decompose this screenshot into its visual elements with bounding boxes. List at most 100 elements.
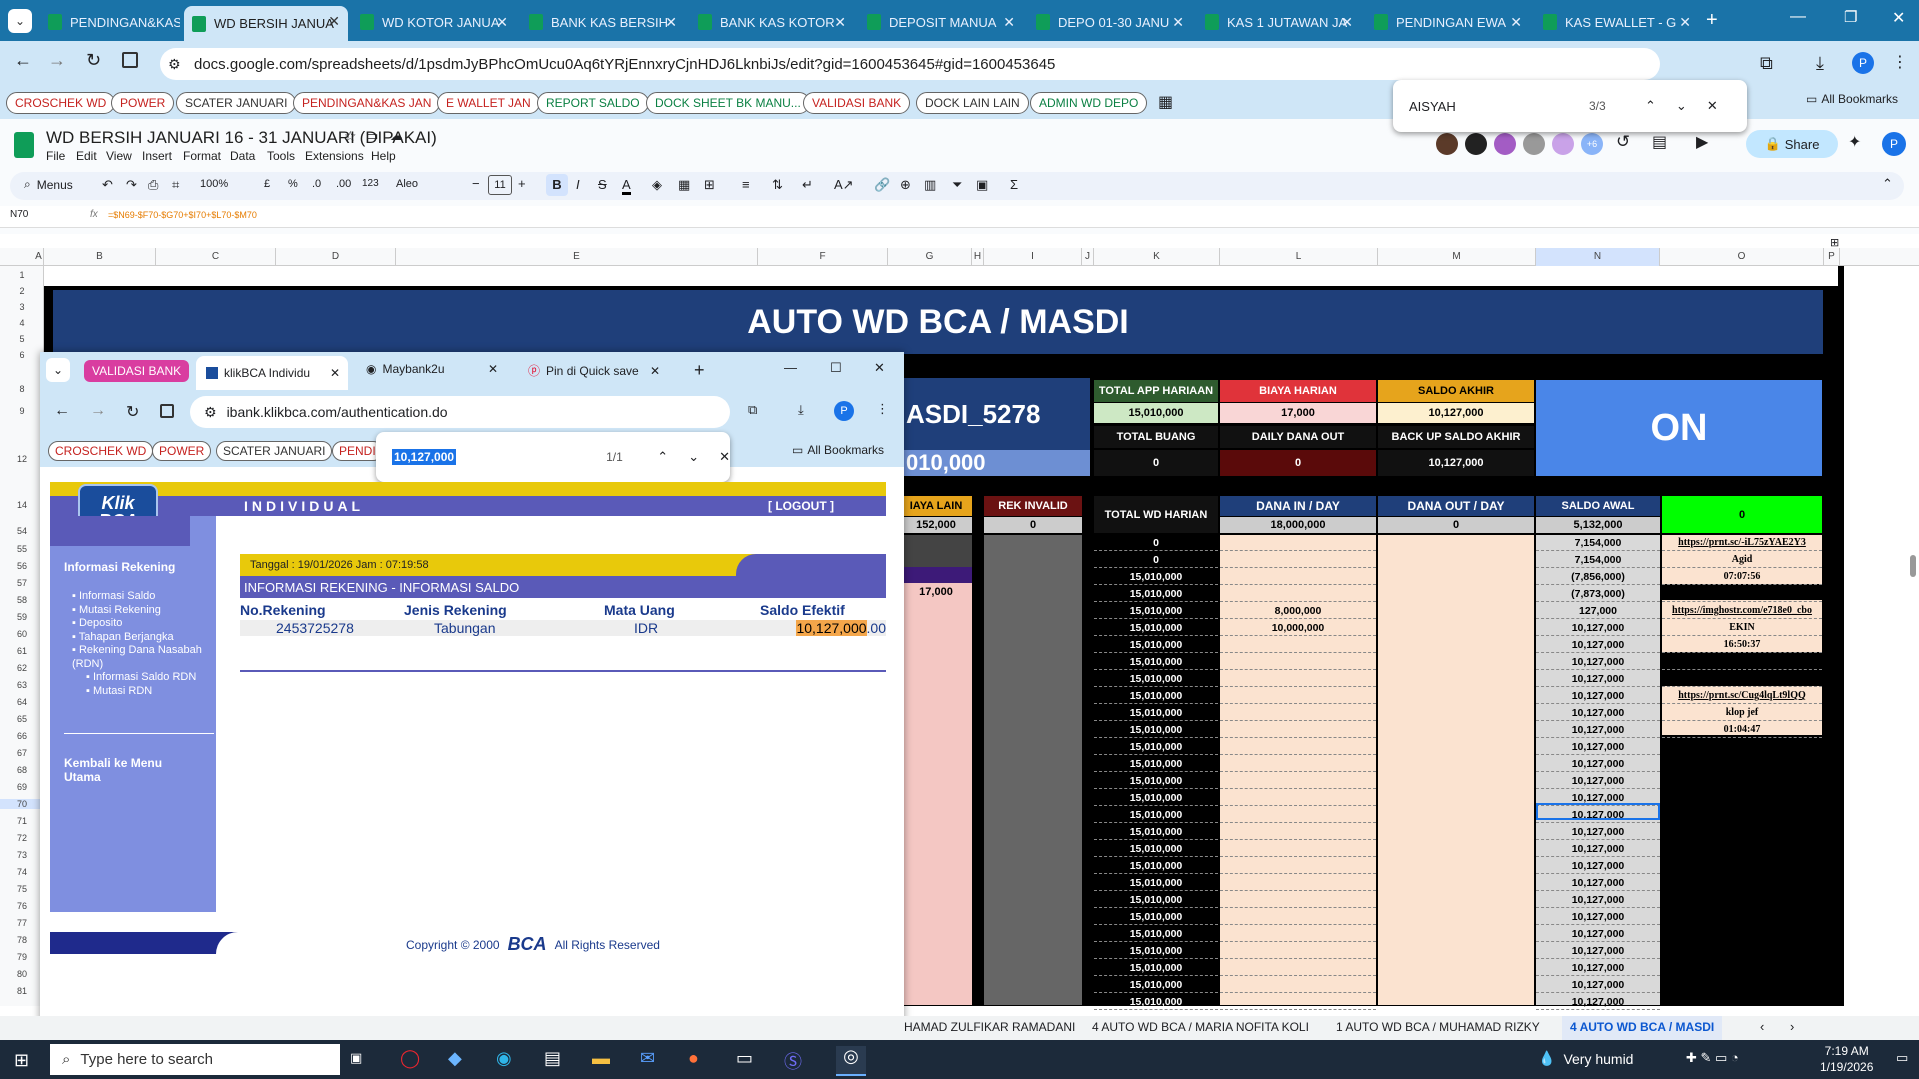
- star-icon[interactable]: ☆: [344, 128, 357, 145]
- col-l-cell[interactable]: [1220, 586, 1376, 602]
- col-l-cell[interactable]: [1220, 994, 1376, 1010]
- close-tab-icon[interactable]: ✕: [665, 14, 677, 31]
- bca-menu-item[interactable]: ▪ Mutasi RDN: [72, 685, 218, 699]
- saldo-awal-value[interactable]: 5,132,000: [1536, 517, 1660, 533]
- italic-icon[interactable]: I: [576, 177, 580, 192]
- col-k-cell[interactable]: 15,010,000: [1094, 654, 1218, 670]
- start-icon[interactable]: ⊞: [14, 1050, 29, 1071]
- bookmark[interactable]: ADMIN WD DEPO: [1030, 92, 1148, 114]
- dana-out-label[interactable]: DANA OUT / DAY: [1378, 496, 1534, 516]
- screenshot-link[interactable]: https://imghostr.com/e718e0_cbo: [1662, 603, 1822, 619]
- column-header[interactable]: H: [972, 248, 984, 266]
- col-l-cell[interactable]: [1220, 535, 1376, 551]
- clock[interactable]: 7:19 AM 1/19/2026: [1820, 1043, 1873, 1075]
- sheets-logo-icon[interactable]: [14, 132, 34, 158]
- col-n-cell[interactable]: (7,856,000): [1536, 569, 1660, 585]
- row-header[interactable]: 56: [0, 561, 44, 571]
- url-bar[interactable]: docs.google.com/spreadsheets/d/1psdmJyBP…: [160, 48, 1660, 80]
- col-k-cell[interactable]: 15,010,000: [1094, 858, 1218, 874]
- print-icon[interactable]: ⎙: [148, 177, 158, 193]
- col-l-cell[interactable]: [1220, 977, 1376, 993]
- bca-menu-item[interactable]: ▪ Informasi Saldo: [72, 590, 218, 604]
- chrome-icon[interactable]: ◎: [836, 1046, 866, 1076]
- saldo-awal-label[interactable]: SALDO AWAL: [1536, 496, 1660, 516]
- filter-icon[interactable]: ⏷: [952, 177, 962, 193]
- browser-tab[interactable]: KAS EWALLET - G ✕: [1535, 7, 1699, 37]
- firefox-icon[interactable]: ●: [688, 1048, 699, 1069]
- note-cell[interactable]: 16:50:37: [1662, 637, 1822, 653]
- bca-menu-item[interactable]: ▪ Rekening Dana Nasabah (RDN): [72, 644, 218, 671]
- find-next-icon[interactable]: ⌄: [1676, 98, 1687, 114]
- row-header[interactable]: 5: [0, 334, 44, 344]
- popup-minimize-icon[interactable]: —: [784, 360, 797, 375]
- back-icon[interactable]: ←: [14, 50, 32, 71]
- sheet-tab[interactable]: 1 AUTO WD BCA / MUHAMAD RIZKY: [1336, 1020, 1540, 1034]
- popup-maximize-icon[interactable]: ☐: [830, 360, 842, 376]
- col-l-cell[interactable]: 10,000,000: [1220, 620, 1376, 636]
- column-header[interactable]: P: [1824, 248, 1840, 266]
- saldo-akhir-label[interactable]: SALDO AKHIR: [1378, 380, 1534, 402]
- col-l-cell[interactable]: [1220, 705, 1376, 721]
- col-n-cell[interactable]: 10,127,000: [1536, 960, 1660, 976]
- biaya-lain-value[interactable]: 152,000: [900, 517, 972, 533]
- bookmark[interactable]: VALIDASI BANK: [803, 92, 911, 114]
- column-header[interactable]: C: [156, 248, 276, 266]
- bca-logout-link[interactable]: [ LOGOUT ]: [768, 499, 834, 513]
- app-icon[interactable]: ▭: [736, 1048, 753, 1069]
- row-header[interactable]: 79: [0, 952, 44, 962]
- row-header[interactable]: 70: [0, 799, 44, 809]
- sheet-tab[interactable]: 4 AUTO WD BCA / MARIA NOFITA KOLI: [1092, 1020, 1309, 1034]
- row-header[interactable]: 72: [0, 833, 44, 843]
- note-cell[interactable]: klop jef: [1662, 705, 1822, 721]
- row-header[interactable]: 55: [0, 544, 44, 554]
- download-icon[interactable]: ⤓: [798, 402, 804, 418]
- total-buang-value[interactable]: 0: [1094, 450, 1218, 476]
- col-k-cell[interactable]: 15,010,000: [1094, 926, 1218, 942]
- col-n-cell[interactable]: 10,127,000: [1536, 909, 1660, 925]
- browser-tab[interactable]: PENDINGAN EWA ✕: [1366, 7, 1530, 37]
- col-l-cell[interactable]: [1220, 909, 1376, 925]
- browser-tab[interactable]: DEPO 01-30 JANU ✕: [1028, 7, 1192, 37]
- col-n-cell[interactable]: 10,127,000: [1536, 858, 1660, 874]
- col-n-cell[interactable]: 10,127,000: [1536, 637, 1660, 653]
- col-k-cell[interactable]: 15,010,000: [1094, 705, 1218, 721]
- row-header[interactable]: 12: [0, 454, 44, 464]
- col-n-cell[interactable]: 10,127,000: [1536, 994, 1660, 1010]
- col-l-cell[interactable]: [1220, 790, 1376, 806]
- profile-avatar[interactable]: P: [834, 401, 854, 421]
- row-header[interactable]: 75: [0, 884, 44, 894]
- browser-tab[interactable]: BANK KAS KOTOR ✕: [690, 7, 854, 37]
- col-k-cell[interactable]: 15,010,000: [1094, 586, 1218, 602]
- menu-insert[interactable]: Insert: [142, 149, 172, 163]
- row-header[interactable]: 69: [0, 782, 44, 792]
- minimize-icon[interactable]: —: [1790, 8, 1806, 26]
- browser-tab[interactable]: PENDINGAN&KAS JAN: [40, 7, 180, 37]
- col-l-cell[interactable]: [1220, 875, 1376, 891]
- weather[interactable]: 💧 Very humid: [1538, 1050, 1633, 1067]
- collaborator-avatar[interactable]: [1523, 133, 1545, 155]
- find-prev-icon[interactable]: ⌃: [1645, 98, 1656, 114]
- dana-out-value[interactable]: 0: [1378, 517, 1534, 533]
- column-header[interactable]: K: [1094, 248, 1220, 266]
- browser-tab[interactable]: BANK KAS BERSIH ✕: [521, 7, 685, 37]
- col-k-cell[interactable]: 15,010,000: [1094, 977, 1218, 993]
- font-size-decrease-icon[interactable]: −: [472, 176, 480, 191]
- row-header[interactable]: 76: [0, 901, 44, 911]
- total-buang-label[interactable]: TOTAL BUANG: [1094, 426, 1218, 448]
- menu-dots-icon[interactable]: ⋮: [876, 401, 889, 417]
- popup-close-icon[interactable]: ✕: [874, 360, 885, 376]
- col-k-cell[interactable]: 15,010,000: [1094, 841, 1218, 857]
- row-header[interactable]: 62: [0, 663, 44, 673]
- daily-out-value[interactable]: 0: [1220, 450, 1376, 476]
- link-icon[interactable]: 🔗: [874, 177, 890, 193]
- row-header[interactable]: 57: [0, 578, 44, 588]
- all-bookmarks[interactable]: ▭ All Bookmarks: [1806, 92, 1898, 106]
- column-header[interactable]: E: [396, 248, 758, 266]
- collapse-toolbar-icon[interactable]: ⌃: [1882, 176, 1893, 192]
- col-k-cell[interactable]: 15,010,000: [1094, 637, 1218, 653]
- col-k-cell[interactable]: 15,010,000: [1094, 722, 1218, 738]
- col-k-cell[interactable]: 15,010,000: [1094, 603, 1218, 619]
- close-tab-icon[interactable]: ✕: [330, 366, 340, 380]
- column-header[interactable]: J: [1082, 248, 1094, 266]
- bookmark[interactable]: REPORT SALDO: [537, 92, 649, 114]
